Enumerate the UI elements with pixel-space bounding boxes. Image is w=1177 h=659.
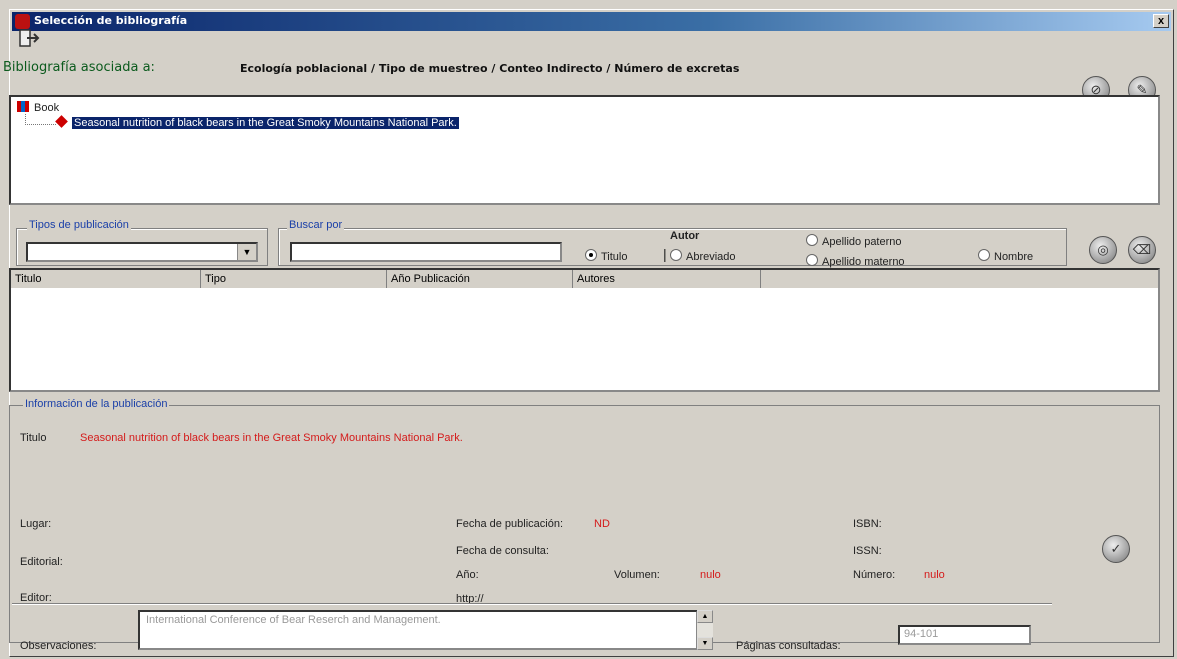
issn-label: ISSN:: [853, 545, 882, 557]
radio-nombre[interactable]: Nombre: [978, 249, 1033, 263]
fecha-publicacion-value: ND: [594, 518, 610, 530]
column-header-titulo[interactable]: Titulo: [11, 270, 201, 288]
chevron-down-icon[interactable]: ▼: [237, 244, 256, 260]
observaciones-label: Observaciones:: [20, 640, 97, 652]
editorial-label: Editorial:: [20, 556, 63, 568]
publication-type-select[interactable]: ▼: [26, 242, 258, 262]
anio-label: Año:: [456, 569, 479, 581]
publication-info-label: Información de la publicación: [23, 398, 170, 410]
column-header-tipo[interactable]: Tipo: [201, 270, 387, 288]
lugar-label: Lugar:: [20, 518, 52, 530]
numero-value: nulo: [924, 569, 945, 581]
app-bug-icon: [15, 14, 30, 29]
search-icon: ◎: [1097, 242, 1109, 257]
radio-off-icon: [670, 249, 682, 261]
tree-item-selected[interactable]: Seasonal nutrition of black bears in the…: [55, 115, 459, 129]
radio-titulo[interactable]: Titulo: [585, 249, 628, 263]
search-input[interactable]: [290, 242, 562, 262]
save-info-button[interactable]: ✓: [1102, 535, 1130, 563]
tree-connector: [25, 114, 56, 125]
radio-apellido-paterno[interactable]: Apellido paterno: [806, 234, 902, 248]
tree-item-label: Seasonal nutrition of black bears in the…: [72, 117, 459, 129]
fecha-consulta-label: Fecha de consulta:: [456, 545, 549, 557]
scroll-up-arrow-icon[interactable]: ▲: [697, 610, 713, 623]
radio-off-icon: [978, 249, 990, 261]
bug-leaf-icon: [55, 115, 68, 128]
radio-apellido-materno[interactable]: Apellido materno: [806, 254, 905, 268]
column-header-autores[interactable]: Autores: [573, 270, 761, 288]
observaciones-textarea[interactable]: International Conference of Bear Reserch…: [138, 610, 698, 650]
radio-apellido-materno-label: Apellido materno: [822, 256, 905, 268]
volumen-label: Volumen:: [614, 569, 660, 581]
titulo-label: Titulo: [20, 432, 47, 444]
titulo-value: Seasonal nutrition of black bears in the…: [80, 432, 463, 444]
radio-abreviado-label: Abreviado: [686, 251, 736, 263]
column-header-anio[interactable]: Año Publicación: [387, 270, 573, 288]
book-icon: [17, 101, 29, 112]
radio-on-icon: [585, 249, 597, 261]
bibliography-tree[interactable]: Book Seasonal nutrition of black bears i…: [9, 95, 1160, 205]
exit-door-icon[interactable]: [18, 28, 40, 48]
publication-types-label: Tipos de publicación: [27, 219, 131, 231]
fecha-publicacion-label: Fecha de publicación:: [456, 518, 564, 530]
numero-label: Número:: [853, 569, 896, 581]
radio-titulo-label: Titulo: [601, 251, 628, 263]
observaciones-scrollbar[interactable]: ▲ ▼: [697, 610, 713, 650]
search-by-label: Buscar por: [287, 219, 345, 231]
radio-abreviado[interactable]: Abreviado: [670, 249, 736, 263]
radio-off-icon: [806, 254, 818, 266]
tree-root-label: Book: [34, 102, 60, 114]
paginas-input[interactable]: 94-101: [898, 625, 1031, 645]
info-divider: [12, 603, 1052, 605]
radio-apellido-paterno-label: Apellido paterno: [822, 236, 902, 248]
clear-button[interactable]: ⌫: [1128, 236, 1156, 264]
save-icon: ✓: [1110, 541, 1122, 556]
volumen-value: nulo: [700, 569, 721, 581]
separator-bar: |: [663, 246, 667, 262]
tree-root[interactable]: Book: [17, 101, 59, 114]
title-bar: Selección de bibliografía x: [12, 12, 1171, 31]
radio-nombre-label: Nombre: [994, 251, 1034, 263]
search-button[interactable]: ◎: [1089, 236, 1117, 264]
results-header: Titulo Tipo Año Publicación Autores: [11, 270, 1158, 288]
results-table[interactable]: Titulo Tipo Año Publicación Autores: [9, 268, 1160, 392]
scroll-down-arrow-icon[interactable]: ▼: [697, 637, 713, 650]
associated-bibliography-label: Bibliografía asociada a:: [3, 60, 155, 75]
author-label: Autor: [670, 230, 700, 242]
eraser-icon: ⌫: [1132, 242, 1152, 257]
close-button[interactable]: x: [1153, 14, 1169, 28]
isbn-label: ISBN:: [853, 518, 882, 530]
radio-off-icon: [806, 234, 818, 246]
window-title: Selección de bibliografía: [34, 14, 188, 27]
paginas-label: Páginas consultadas:: [736, 640, 841, 652]
associated-topic-path: Ecología poblacional / Tipo de muestreo …: [240, 62, 740, 75]
